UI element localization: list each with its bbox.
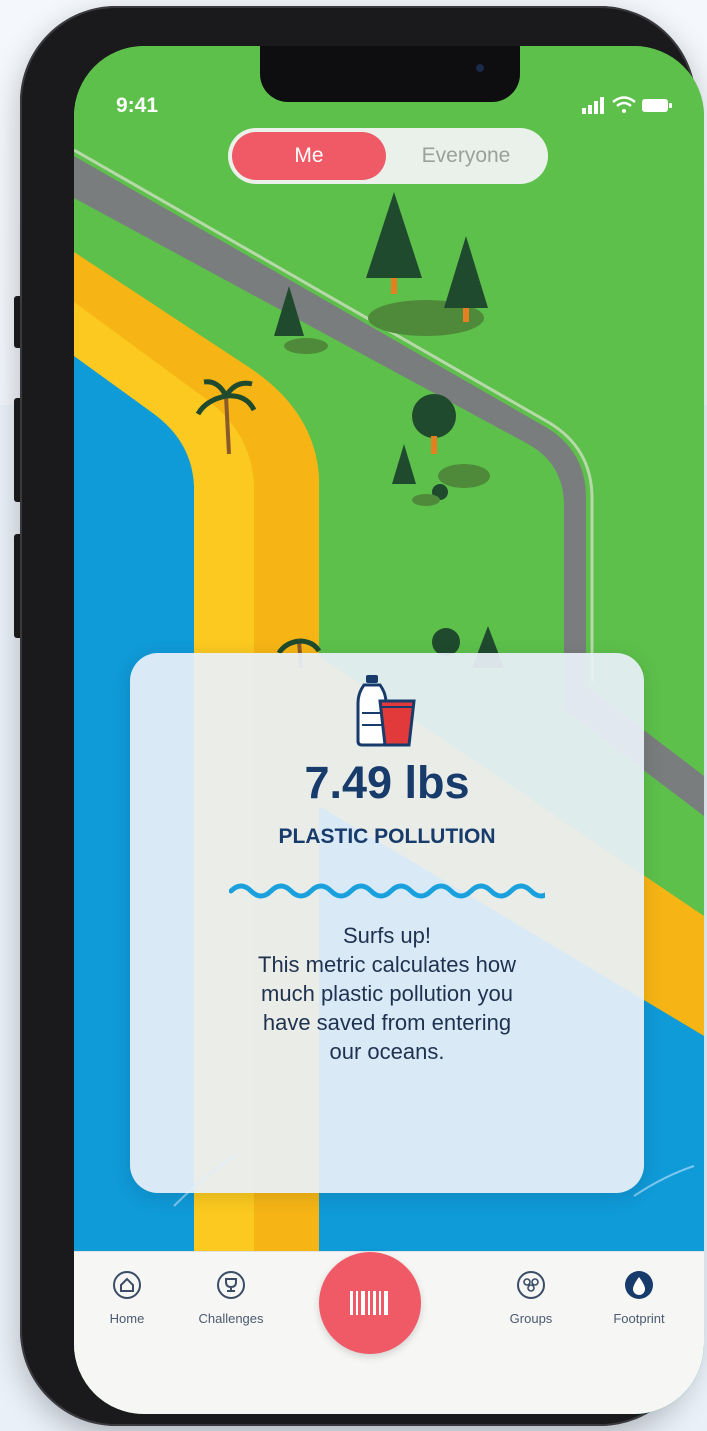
description-line: Surfs up! — [342, 923, 432, 948]
groups-icon — [517, 1271, 545, 1299]
toggle-me-button[interactable]: Me — [232, 132, 386, 180]
wave-divider-icon — [229, 883, 545, 899]
tab-groups-label: Groups — [509, 1311, 553, 1326]
battery-icon — [642, 99, 672, 112]
description-line: have saved from entering — [262, 1010, 512, 1035]
barcode-icon — [350, 1291, 388, 1315]
plastic-metric-value: 7.49 lbs — [304, 757, 470, 808]
tab-home-label: Home — [109, 1311, 145, 1326]
status-icons — [580, 94, 676, 121]
tab-challenges-label: Challenges — [198, 1311, 264, 1326]
plastic-bottle-cup-icon — [356, 675, 416, 747]
plastic-pollution-card: 7.49 lbs PLASTIC POLLUTION Surfs up! Thi… — [130, 653, 644, 1193]
tab-groups[interactable]: Groups — [486, 1270, 576, 1326]
tab-home[interactable]: Home — [82, 1270, 172, 1326]
me-everyone-toggle: Me Everyone — [228, 128, 548, 184]
tab-footprint[interactable]: Footprint — [594, 1270, 684, 1326]
plastic-metric-description: Surfs up! This metric calculates how muc… — [170, 921, 604, 1066]
app-screen: 9:41 Me Everyone 7.49 lbs PLASTIC POLLUT… — [74, 46, 704, 1414]
tab-footprint-label: Footprint — [613, 1311, 665, 1326]
description-line: much plastic pollution you — [261, 981, 513, 1006]
cellular-signal-icon — [582, 97, 604, 114]
tab-challenges[interactable]: Challenges — [186, 1270, 276, 1326]
phone-frame: 9:41 Me Everyone 7.49 lbs PLASTIC POLLUT… — [20, 6, 704, 1426]
description-line: our oceans. — [329, 1039, 445, 1064]
bottom-tab-bar: Home Challenges Groups Footprint — [74, 1251, 704, 1414]
toggle-everyone-button[interactable]: Everyone — [388, 132, 544, 180]
description-line: This metric calculates how — [258, 952, 516, 977]
phone-notch — [260, 46, 520, 102]
trophy-icon — [217, 1271, 245, 1299]
status-time: 9:41 — [116, 94, 159, 117]
front-camera — [476, 64, 484, 72]
footprint-drop-icon — [625, 1271, 653, 1299]
wifi-icon — [612, 96, 636, 113]
scan-barcode-button[interactable] — [319, 1252, 421, 1354]
plastic-metric-label: PLASTIC POLLUTION — [278, 825, 496, 848]
home-icon — [113, 1271, 141, 1299]
